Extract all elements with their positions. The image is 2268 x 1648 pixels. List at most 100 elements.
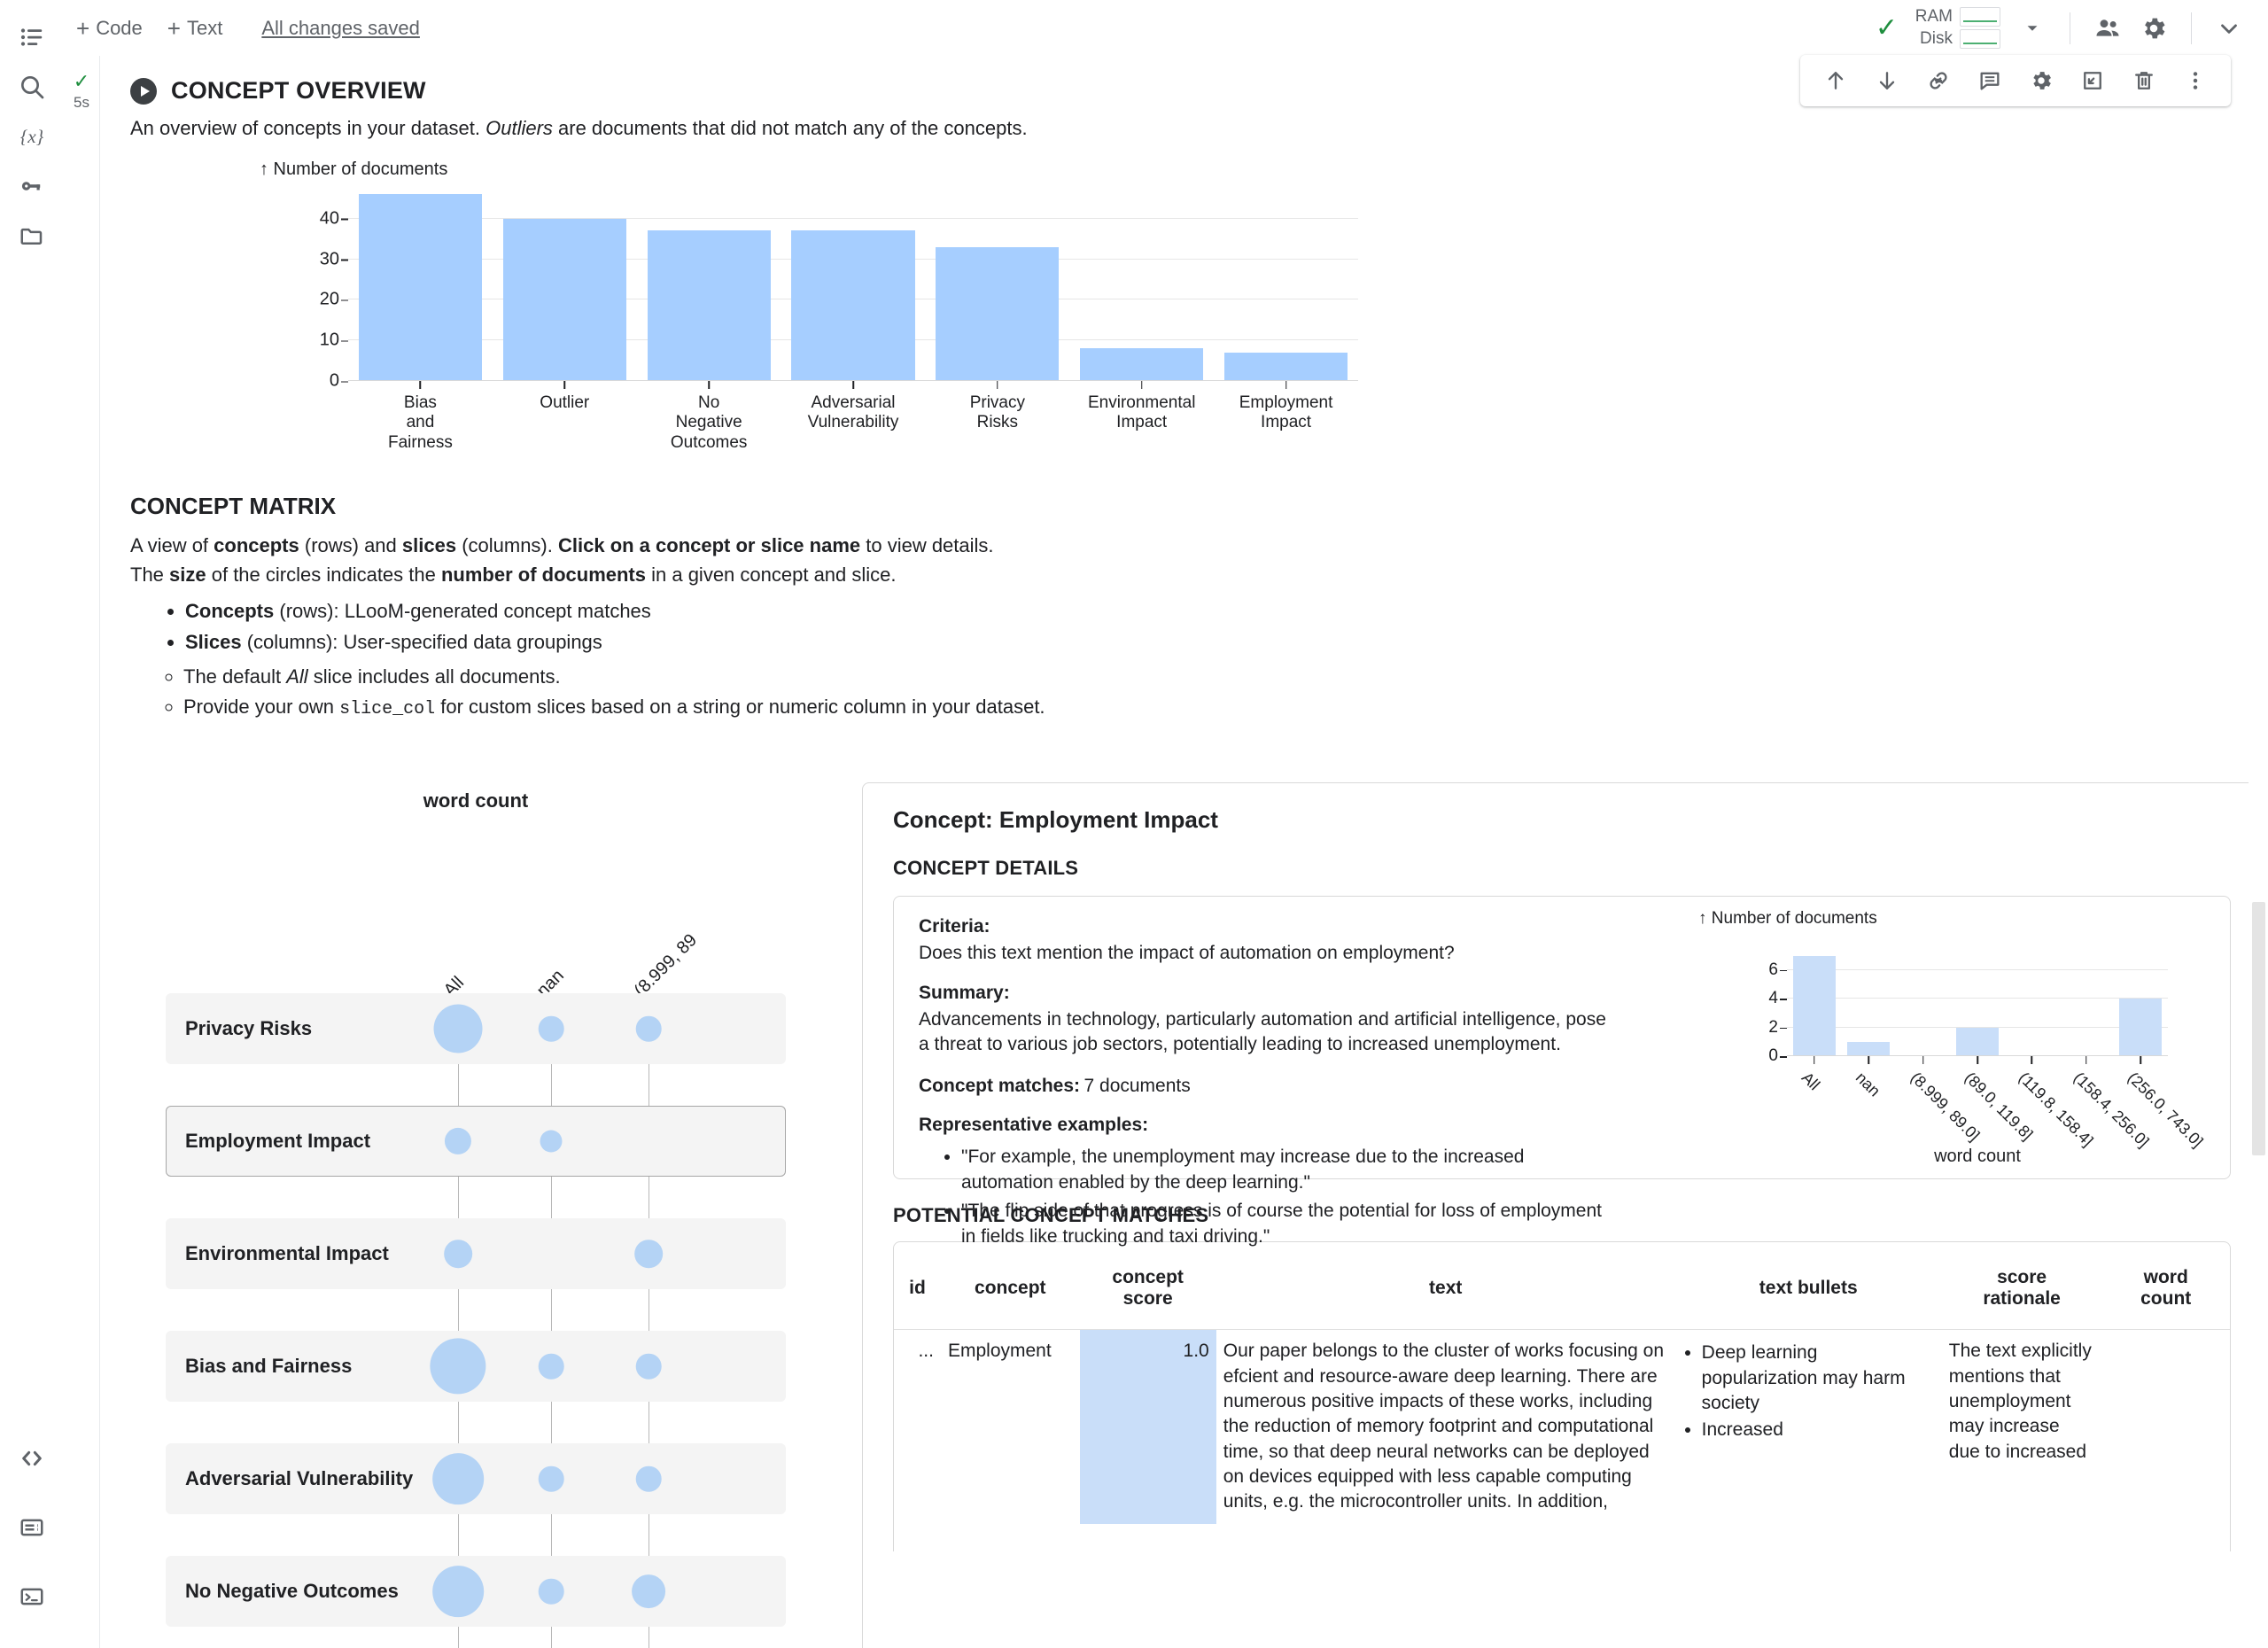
- col-header-concept-score[interactable]: concept score: [1080, 1256, 1216, 1330]
- matrix-bubble[interactable]: [538, 1015, 564, 1042]
- y-axis-tick-label: 4: [1768, 989, 1787, 1008]
- t: Representative examples: [919, 1115, 1143, 1136]
- sidebar-item-variables[interactable]: {x}: [7, 112, 57, 161]
- runtime-status-button[interactable]: ✓ RAM Disk: [1867, 7, 2009, 49]
- runtime-dropdown-button[interactable]: [2009, 5, 2055, 51]
- matrix-bubble[interactable]: [540, 1130, 563, 1153]
- chevron-down-icon: [2027, 25, 2038, 31]
- gear-icon: [2033, 72, 2051, 89]
- concept-matrix-line2: The size of the circles indicates the nu…: [130, 562, 2268, 587]
- y-axis-tick-label: 40: [320, 208, 349, 229]
- matrix-bubble[interactable]: [430, 1338, 486, 1395]
- matrix-bubble[interactable]: [635, 1465, 662, 1492]
- sidebar-item-search[interactable]: [7, 62, 57, 112]
- add-text-cell-button[interactable]: + Text: [155, 12, 236, 45]
- matrix-column-header[interactable]: (8.999, 89: [631, 930, 702, 1001]
- matrix-bubble[interactable]: [444, 1240, 472, 1268]
- more-cell-actions-button[interactable]: [2172, 60, 2218, 101]
- col-header-score-rationale[interactable]: score rationale: [1942, 1256, 2102, 1330]
- matrix-row-label[interactable]: Employment Impact: [185, 1130, 370, 1153]
- matrix-column-group-title[interactable]: word count: [166, 789, 786, 812]
- desc-post: are documents that did not match any of …: [552, 117, 1028, 139]
- x-axis-tick: [2085, 1056, 2087, 1064]
- matrix-bubble[interactable]: [635, 1353, 662, 1380]
- gridline: [1787, 968, 2168, 970]
- matrix-bubble[interactable]: [432, 1453, 484, 1504]
- t: (columns).: [456, 534, 558, 556]
- copy-cell-link-button[interactable]: [1915, 60, 1961, 101]
- matrix-row-label[interactable]: Environmental Impact: [185, 1242, 389, 1265]
- vertical-scrollbar-track[interactable]: [2249, 56, 2268, 1648]
- col-header-text-bullets[interactable]: text bullets: [1675, 1256, 1942, 1330]
- move-cell-up-button[interactable]: [1813, 60, 1859, 101]
- bar[interactable]: [1792, 955, 1836, 1056]
- col-header-id[interactable]: id: [894, 1256, 941, 1330]
- bar[interactable]: [647, 230, 771, 381]
- t: number of documents: [440, 564, 646, 587]
- collapse-toolbar-button[interactable]: [2206, 5, 2252, 51]
- code-brackets-icon: [22, 1450, 42, 1466]
- add-code-cell-button[interactable]: + Code: [64, 12, 155, 45]
- matrix-bubble[interactable]: [538, 1578, 564, 1605]
- t: for custom slices based on a string or n…: [435, 696, 1045, 719]
- sidebar-item-files[interactable]: [7, 211, 57, 260]
- bar[interactable]: [936, 246, 1060, 381]
- gridline: [1787, 998, 2168, 999]
- search-icon: [21, 76, 44, 99]
- matrix-row-label[interactable]: Privacy Risks: [185, 1017, 312, 1040]
- matrix-row-label[interactable]: Bias and Fairness: [185, 1355, 352, 1378]
- col-header-concept[interactable]: concept: [941, 1256, 1080, 1330]
- move-cell-down-button[interactable]: [1864, 60, 1910, 101]
- ram-meter: [1960, 7, 2000, 27]
- bar[interactable]: [502, 218, 626, 381]
- col-header-word-count[interactable]: word count: [2101, 1256, 2230, 1330]
- matrix-bubble[interactable]: [538, 1465, 564, 1492]
- criteria-label: Criteria:: [919, 916, 990, 937]
- bar[interactable]: [1847, 1041, 1891, 1056]
- people-icon: [2096, 19, 2119, 36]
- comment-icon: [1980, 72, 2000, 90]
- cell-settings-button[interactable]: [2018, 60, 2064, 101]
- sidebar-item-secrets[interactable]: [7, 161, 57, 211]
- matrix-bubble[interactable]: [432, 1566, 484, 1617]
- matrix-row-label[interactable]: Adversarial Vulnerability: [185, 1467, 413, 1490]
- share-button[interactable]: [2085, 5, 2131, 51]
- concept-matrix-title: CONCEPT MATRIX: [130, 493, 337, 519]
- bar[interactable]: [1956, 1027, 1999, 1056]
- bar[interactable]: [1223, 352, 1348, 381]
- matrix-bubble[interactable]: [632, 1574, 665, 1608]
- add-comment-button[interactable]: [1967, 60, 2013, 101]
- save-status-link[interactable]: All changes saved: [261, 17, 420, 40]
- matrix-bubble[interactable]: [433, 1004, 483, 1053]
- sidebar-item-command-palette[interactable]: [7, 1503, 57, 1552]
- cell-word-count: [2101, 1330, 2230, 1524]
- bar[interactable]: [358, 194, 483, 381]
- t: (rows): LLooM-generated concept matches: [274, 600, 651, 623]
- bar[interactable]: [2119, 999, 2163, 1056]
- sidebar-item-code-snippets[interactable]: [7, 1434, 57, 1483]
- vertical-scrollbar-thumb[interactable]: [2252, 902, 2265, 1155]
- mirror-cell-button[interactable]: [2070, 60, 2116, 101]
- variables-icon: {x}: [20, 126, 44, 147]
- play-icon[interactable]: [130, 77, 157, 105]
- cell-action-toolbar: [1800, 55, 2231, 106]
- command-palette-icon: [20, 1519, 43, 1536]
- matrix-bubble[interactable]: [538, 1353, 564, 1380]
- bar[interactable]: [791, 230, 915, 381]
- col-header-text[interactable]: text: [1216, 1256, 1675, 1330]
- t: Click on a concept or slice name: [558, 534, 861, 556]
- x-axis-tick: [1922, 1056, 1924, 1064]
- matrix-row-label[interactable]: No Negative Outcomes: [185, 1580, 399, 1603]
- move-cell-up-icon: [1828, 72, 1844, 89]
- matrix-bubble[interactable]: [635, 1015, 662, 1042]
- settings-button[interactable]: [2131, 5, 2177, 51]
- sidebar-item-terminal[interactable]: [7, 1572, 57, 1621]
- matrix-bubble[interactable]: [634, 1240, 663, 1268]
- disk-label: Disk: [1920, 29, 1953, 48]
- sidebar-item-toc[interactable]: [7, 12, 57, 62]
- criteria-text: Does this text mention the impact of aut…: [919, 943, 1455, 963]
- t: slices: [401, 534, 457, 556]
- bar[interactable]: [1080, 348, 1204, 381]
- delete-cell-button[interactable]: [2121, 60, 2167, 101]
- cell-text: Our paper belongs to the cluster of work…: [1223, 1341, 1665, 1512]
